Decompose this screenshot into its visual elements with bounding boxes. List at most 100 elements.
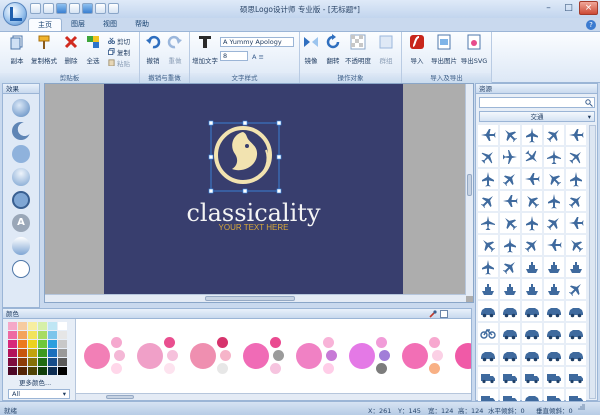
opacity-button[interactable]: 不透明度 bbox=[344, 34, 372, 65]
select-all-button[interactable]: 全选 bbox=[82, 34, 104, 65]
resource-item[interactable] bbox=[478, 345, 498, 365]
customize-dropdown-icon[interactable] bbox=[108, 3, 119, 14]
color-scheme[interactable] bbox=[402, 333, 452, 379]
close-button[interactable]: × bbox=[579, 1, 598, 15]
color-swatch[interactable] bbox=[18, 349, 27, 357]
color-swatch[interactable] bbox=[58, 340, 67, 348]
resource-item[interactable] bbox=[544, 147, 564, 167]
color-swatch[interactable] bbox=[38, 358, 47, 366]
resource-item[interactable] bbox=[500, 345, 520, 365]
schemes-scroll-thumb[interactable] bbox=[106, 395, 134, 399]
resources-scrollbar[interactable] bbox=[589, 125, 596, 399]
text-spacing-icon[interactable]: ≡ bbox=[258, 53, 263, 61]
resource-item[interactable] bbox=[544, 235, 564, 255]
color-scheme[interactable] bbox=[190, 333, 240, 379]
resource-item[interactable] bbox=[566, 147, 586, 167]
color-swatch[interactable] bbox=[38, 349, 47, 357]
resource-item[interactable] bbox=[500, 257, 520, 277]
add-text-button[interactable]: 增加文字 bbox=[192, 34, 218, 65]
color-swatch[interactable] bbox=[28, 349, 37, 357]
color-swatch[interactable] bbox=[58, 358, 67, 366]
color-swatch[interactable] bbox=[48, 340, 57, 348]
resource-item[interactable] bbox=[522, 213, 542, 233]
color-swatch[interactable] bbox=[8, 367, 17, 375]
color-swatch[interactable] bbox=[28, 331, 37, 339]
artboard[interactable]: classicality YOUR TEXT HERE bbox=[104, 84, 403, 296]
resource-item[interactable] bbox=[544, 191, 564, 211]
resource-item[interactable] bbox=[566, 257, 586, 277]
panel-restore-icon[interactable] bbox=[440, 310, 448, 318]
resource-item[interactable] bbox=[566, 235, 586, 255]
resource-item[interactable] bbox=[566, 323, 586, 343]
resource-item[interactable] bbox=[522, 235, 542, 255]
canvas-area[interactable]: classicality YOUR TEXT HERE bbox=[44, 83, 474, 303]
resource-item[interactable] bbox=[544, 367, 564, 387]
resource-item[interactable] bbox=[566, 279, 586, 299]
resource-category-select[interactable]: 交通 ▾ bbox=[479, 111, 595, 122]
logo-graphic[interactable] bbox=[104, 84, 403, 296]
text-align-icon[interactable]: A bbox=[252, 53, 256, 61]
cut-button[interactable]: 剪切 bbox=[108, 36, 130, 46]
effect-gloss-icon[interactable] bbox=[12, 237, 30, 255]
color-swatch[interactable] bbox=[8, 340, 17, 348]
color-swatch[interactable] bbox=[38, 367, 47, 375]
effect-crescent-icon[interactable] bbox=[12, 122, 30, 140]
resource-item[interactable] bbox=[478, 213, 498, 233]
color-swatch[interactable] bbox=[48, 358, 57, 366]
horizontal-scroll-thumb[interactable] bbox=[205, 296, 295, 301]
resource-item[interactable] bbox=[500, 125, 520, 145]
application-menu-button[interactable] bbox=[3, 2, 27, 26]
resource-item[interactable] bbox=[544, 257, 564, 277]
color-swatch[interactable] bbox=[28, 340, 37, 348]
paste-button[interactable]: 粘贴 bbox=[108, 58, 130, 68]
more-colors-link[interactable]: 更多颜色... bbox=[19, 377, 51, 387]
help-icon[interactable]: ? bbox=[586, 20, 596, 30]
tab-home[interactable]: 主页 bbox=[28, 18, 62, 32]
resource-item[interactable] bbox=[522, 367, 542, 387]
resource-search-input[interactable] bbox=[479, 97, 595, 108]
resource-item[interactable] bbox=[522, 345, 542, 365]
vertical-scroll-thumb[interactable] bbox=[467, 174, 472, 196]
format-painter-button[interactable]: 复制格式 bbox=[30, 34, 58, 65]
color-swatch[interactable] bbox=[38, 322, 47, 330]
resource-item[interactable] bbox=[478, 235, 498, 255]
export-image-button[interactable]: 导出图片 bbox=[430, 34, 458, 65]
resource-item[interactable] bbox=[500, 147, 520, 167]
color-scheme[interactable] bbox=[84, 333, 134, 379]
color-swatch[interactable] bbox=[58, 367, 67, 375]
resource-item[interactable] bbox=[566, 301, 586, 321]
resource-item[interactable] bbox=[500, 169, 520, 189]
color-swatch[interactable] bbox=[18, 322, 27, 330]
group-button[interactable]: 群组 bbox=[375, 34, 397, 65]
new-file-icon[interactable] bbox=[30, 3, 41, 14]
color-swatch[interactable] bbox=[18, 358, 27, 366]
effect-letter-icon[interactable]: A bbox=[12, 214, 30, 232]
duplicate-button[interactable]: 副本 bbox=[6, 34, 28, 65]
resource-item[interactable] bbox=[544, 213, 564, 233]
resource-item[interactable] bbox=[544, 323, 564, 343]
resource-item[interactable] bbox=[566, 367, 586, 387]
undo-icon[interactable] bbox=[82, 3, 93, 14]
resource-item[interactable] bbox=[566, 169, 586, 189]
resource-item[interactable] bbox=[522, 279, 542, 299]
effect-soft-icon[interactable] bbox=[12, 168, 30, 186]
color-scheme[interactable] bbox=[296, 333, 346, 379]
color-filter-select[interactable]: All ▾ bbox=[8, 389, 70, 399]
print-icon[interactable] bbox=[69, 3, 80, 14]
color-swatch[interactable] bbox=[58, 349, 67, 357]
redo-button[interactable]: 重做 bbox=[164, 34, 186, 65]
font-size-select[interactable]: 8 bbox=[220, 51, 248, 61]
effect-ring-icon[interactable] bbox=[12, 191, 30, 209]
resource-item[interactable] bbox=[478, 323, 498, 343]
resource-item[interactable] bbox=[478, 147, 498, 167]
color-swatch[interactable] bbox=[8, 358, 17, 366]
undo-button[interactable]: 撤销 bbox=[142, 34, 164, 65]
redo-icon[interactable] bbox=[95, 3, 106, 14]
resource-item[interactable] bbox=[522, 191, 542, 211]
import-button[interactable]: 导入 bbox=[406, 34, 428, 65]
color-swatch[interactable] bbox=[48, 322, 57, 330]
resource-item[interactable] bbox=[544, 301, 564, 321]
effect-sphere-icon[interactable] bbox=[12, 99, 30, 117]
color-swatch[interactable] bbox=[58, 331, 67, 339]
color-swatch[interactable] bbox=[18, 367, 27, 375]
